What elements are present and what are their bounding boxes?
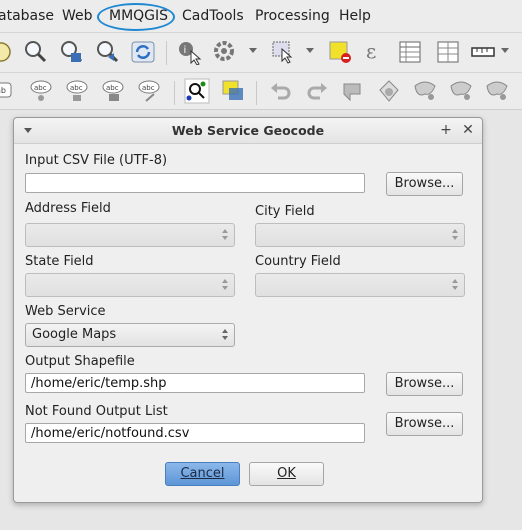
label-icon[interactable]: ab	[0, 78, 16, 104]
not-found-label: Not Found Output List	[25, 404, 168, 419]
measure-icon[interactable]	[470, 39, 496, 65]
toolbar-separator	[166, 41, 167, 65]
input-csv-label: Input CSV File (UTF-8)	[25, 153, 168, 168]
deselect-icon[interactable]	[327, 39, 353, 65]
menu-bar: atabase Web MMQGIS CadTools Processing H…	[0, 0, 522, 32]
georeferencer-icon[interactable]	[184, 78, 210, 104]
state-field-label: State Field	[25, 254, 94, 269]
merge-icon[interactable]	[484, 78, 510, 104]
combo-arrows-icon	[452, 229, 459, 242]
mmqgis-highlight-ring	[97, 3, 175, 31]
combo-arrows-icon	[452, 279, 459, 292]
zoom-in-icon[interactable]	[22, 39, 48, 65]
field-calculator-icon[interactable]: ε	[361, 39, 387, 65]
measure-dropdown-icon[interactable]	[501, 48, 509, 53]
svg-text:abc: abc	[106, 84, 119, 92]
redo-icon[interactable]	[304, 78, 330, 104]
label-move-icon[interactable]: abc	[100, 78, 126, 104]
address-field-label: Address Field	[25, 201, 111, 216]
city-field-label: City Field	[255, 204, 315, 219]
menu-database[interactable]: atabase	[0, 8, 54, 24]
attribute-table-icon[interactable]	[397, 39, 423, 65]
zoom-last-icon[interactable]	[94, 39, 120, 65]
identify-icon[interactable]: i	[176, 39, 202, 65]
dialog-titlebar[interactable]: Web Service Geocode + ✕	[14, 118, 482, 144]
undo-icon[interactable]	[268, 78, 294, 104]
svg-text:abc: abc	[34, 84, 47, 92]
svg-text:ε: ε	[366, 39, 376, 63]
select-icon[interactable]	[270, 39, 296, 65]
combo-arrows-icon	[222, 279, 229, 292]
web-service-label: Web Service	[25, 304, 106, 319]
svg-text:ab: ab	[0, 86, 6, 95]
svg-text:abc: abc	[142, 84, 155, 92]
address-field-select[interactable]	[25, 223, 235, 247]
menu-cadtools[interactable]: CadTools	[182, 8, 244, 24]
select-dropdown-icon[interactable]	[306, 48, 314, 53]
edit-node-icon[interactable]	[376, 78, 402, 104]
open-project-icon[interactable]	[0, 39, 14, 65]
label-rotate-icon[interactable]: abc	[136, 78, 162, 104]
output-shapefile-browse-button[interactable]: Browse...	[386, 372, 463, 396]
state-field-select[interactable]	[25, 273, 235, 297]
input-csv-field[interactable]	[25, 173, 365, 193]
statistics-icon[interactable]	[435, 39, 461, 65]
action-icon[interactable]	[212, 39, 238, 65]
highlight-icon[interactable]	[220, 78, 246, 104]
city-field-select[interactable]	[255, 223, 465, 247]
not-found-browse-button[interactable]: Browse...	[386, 412, 463, 436]
not-found-field[interactable]	[25, 423, 365, 443]
input-csv-browse-button[interactable]: Browse...	[386, 172, 463, 196]
digitize-icon[interactable]	[340, 78, 366, 104]
label-show-hide-icon[interactable]: abc	[64, 78, 90, 104]
toolbar-separator	[256, 81, 257, 105]
float-icon[interactable]: +	[439, 122, 453, 138]
action-dropdown-icon[interactable]	[249, 48, 257, 53]
menu-processing[interactable]: Processing	[255, 8, 330, 24]
output-shapefile-field[interactable]	[25, 373, 365, 393]
dialog-title: Web Service Geocode	[171, 123, 325, 138]
ok-button-label: OK	[277, 466, 296, 481]
toolbar-separator	[174, 81, 175, 105]
svg-text:abc: abc	[70, 84, 83, 92]
combo-arrows-icon	[222, 229, 229, 242]
web-service-geocode-dialog: Web Service Geocode + ✕ Input CSV File (…	[13, 117, 483, 503]
menu-web[interactable]: Web	[62, 8, 93, 24]
offset-icon[interactable]	[412, 78, 438, 104]
cancel-button[interactable]: Cancel	[165, 462, 240, 486]
combo-arrows-icon	[222, 329, 229, 342]
output-shapefile-label: Output Shapefile	[25, 354, 135, 369]
refresh-icon[interactable]	[130, 39, 156, 65]
svg-text:i: i	[184, 45, 187, 56]
country-field-label: Country Field	[255, 254, 341, 269]
ok-button[interactable]: OK	[249, 462, 324, 486]
label-toolbar: ab abc abc abc abc	[0, 72, 522, 110]
label-pin-icon[interactable]: abc	[28, 78, 54, 104]
zoom-to-layer-icon[interactable]	[58, 39, 84, 65]
country-field-select[interactable]	[255, 273, 465, 297]
menu-help[interactable]: Help	[339, 8, 371, 24]
split-icon[interactable]	[448, 78, 474, 104]
cancel-button-label: Cancel	[180, 466, 225, 481]
web-service-select[interactable]: Google Maps	[25, 323, 235, 347]
web-service-value: Google Maps	[32, 327, 117, 342]
main-toolbar: i ε	[0, 32, 522, 72]
close-icon[interactable]: ✕	[461, 122, 475, 138]
